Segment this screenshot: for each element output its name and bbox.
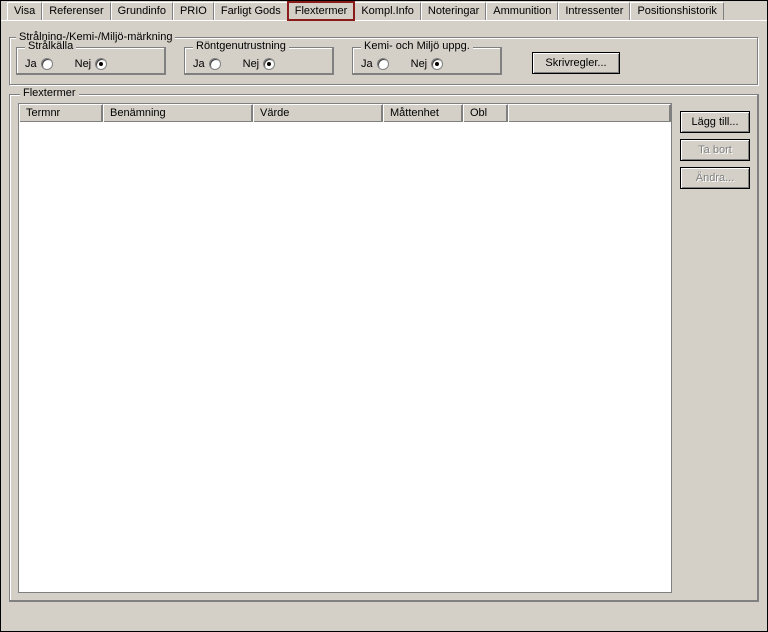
col-mattenhet[interactable]: Måttenhet xyxy=(383,104,463,122)
flextermer-group-title: Flextermer xyxy=(20,87,79,99)
radio-dot-icon xyxy=(431,58,443,70)
tab-positionshistorik[interactable]: Positionshistorik xyxy=(630,2,723,20)
radio-rontgen-ja[interactable]: Ja xyxy=(193,58,221,70)
tab-flextermer[interactable]: Flextermer xyxy=(288,2,355,20)
tab-ammunition[interactable]: Ammunition xyxy=(486,2,558,20)
radio-stralkalla-ja[interactable]: Ja xyxy=(25,58,53,70)
radio-label-ja: Ja xyxy=(193,58,205,70)
window: Visa Referenser Grundinfo PRIO Farligt G… xyxy=(0,0,768,632)
radio-group-stralkalla: Strålkälla Ja Nej xyxy=(16,47,166,75)
skrivregler-button[interactable]: Skrivregler... xyxy=(532,52,620,74)
tabstrip: Visa Referenser Grundinfo PRIO Farligt G… xyxy=(1,1,767,21)
radio-dot-icon xyxy=(41,58,53,70)
col-varde[interactable]: Värde xyxy=(253,104,383,122)
radio-dot-icon xyxy=(209,58,221,70)
column-headers: Termnr Benämning Värde Måttenhet Obl xyxy=(19,104,671,122)
col-obl[interactable]: Obl xyxy=(463,104,508,122)
col-benamning[interactable]: Benämning xyxy=(103,104,253,122)
ta-bort-button[interactable]: Ta bort xyxy=(680,139,750,161)
radio-label-nej: Nej xyxy=(411,58,428,70)
tab-intressenter[interactable]: Intressenter xyxy=(558,2,630,20)
radio-kemi-ja[interactable]: Ja xyxy=(361,58,389,70)
tab-farligt-gods[interactable]: Farligt Gods xyxy=(214,2,288,20)
radio-group-rontgen-title: Röntgenutrustning xyxy=(193,40,289,52)
radio-rontgen-nej[interactable]: Nej xyxy=(243,58,276,70)
radio-label-ja: Ja xyxy=(25,58,37,70)
radio-group-stralkalla-title: Strålkälla xyxy=(25,40,76,52)
marking-group: Strålning-/Kemi-/Miljö-märkning Strålkäl… xyxy=(9,31,759,86)
andra-button[interactable]: Ändra... xyxy=(680,167,750,189)
radio-label-ja: Ja xyxy=(361,58,373,70)
tab-noteringar[interactable]: Noteringar xyxy=(421,2,486,20)
tab-komplinfo[interactable]: Kompl.Info xyxy=(354,2,421,20)
skrivregler-wrap: Skrivregler... xyxy=(520,47,620,75)
col-termnr[interactable]: Termnr xyxy=(19,104,103,122)
radio-group-kemi-title: Kemi- och Miljö uppg. xyxy=(361,40,473,52)
radio-label-nej: Nej xyxy=(243,58,260,70)
flextermer-listview[interactable]: Termnr Benämning Värde Måttenhet Obl xyxy=(18,103,672,593)
tab-visa[interactable]: Visa xyxy=(7,2,42,20)
radio-dot-icon xyxy=(95,58,107,70)
lagg-till-button[interactable]: Lägg till... xyxy=(680,111,750,133)
tab-referenser[interactable]: Referenser xyxy=(42,2,110,20)
radio-kemi-nej[interactable]: Nej xyxy=(411,58,444,70)
radio-label-nej: Nej xyxy=(75,58,92,70)
tab-grundinfo[interactable]: Grundinfo xyxy=(111,2,173,20)
flextermer-group: Flextermer Termnr Benämning Värde Måtten… xyxy=(9,94,759,602)
radio-stralkalla-nej[interactable]: Nej xyxy=(75,58,108,70)
list-body xyxy=(19,122,671,592)
radio-dot-icon xyxy=(263,58,275,70)
tab-prio[interactable]: PRIO xyxy=(173,2,214,20)
radio-group-rontgen: Röntgenutrustning Ja Nej xyxy=(184,47,334,75)
side-buttons: Lägg till... Ta bort Ändra... xyxy=(680,111,750,593)
marking-row: Strålkälla Ja Nej Röntgenutrustning xyxy=(16,47,752,75)
radio-dot-icon xyxy=(377,58,389,70)
radio-group-kemi: Kemi- och Miljö uppg. Ja Nej xyxy=(352,47,502,75)
col-spacer xyxy=(508,104,671,122)
